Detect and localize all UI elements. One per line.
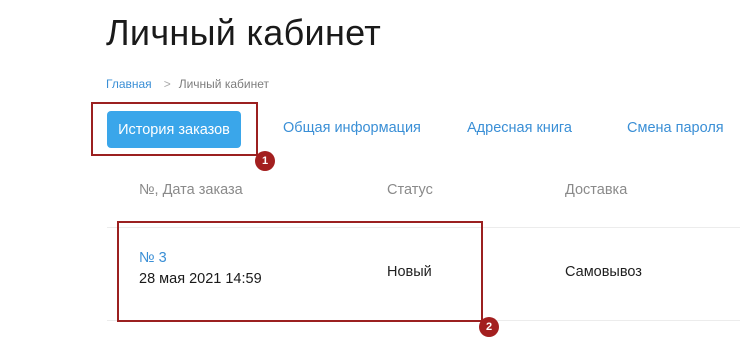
page-title: Личный кабинет xyxy=(106,12,382,53)
breadcrumb-current: Личный кабинет xyxy=(178,77,269,91)
column-header-delivery: Доставка xyxy=(565,182,628,198)
annotation-badge-1: 1 xyxy=(255,151,275,171)
annotation-box-2 xyxy=(117,221,483,322)
breadcrumb-home-link[interactable]: Главная xyxy=(106,77,152,91)
tab-change-password[interactable]: Смена пароля xyxy=(627,120,724,136)
breadcrumb: Главная > Личный кабинет xyxy=(106,77,269,91)
annotation-badge-2: 2 xyxy=(479,317,499,337)
order-delivery: Самовывоз xyxy=(565,264,642,280)
column-header-number-date: №, Дата заказа xyxy=(139,182,243,198)
column-header-status: Статус xyxy=(387,182,433,198)
tab-address-book[interactable]: Адресная книга xyxy=(467,120,572,136)
breadcrumb-separator: > xyxy=(163,77,171,91)
annotation-box-1 xyxy=(91,102,258,156)
tab-general-info[interactable]: Общая информация xyxy=(283,120,421,136)
